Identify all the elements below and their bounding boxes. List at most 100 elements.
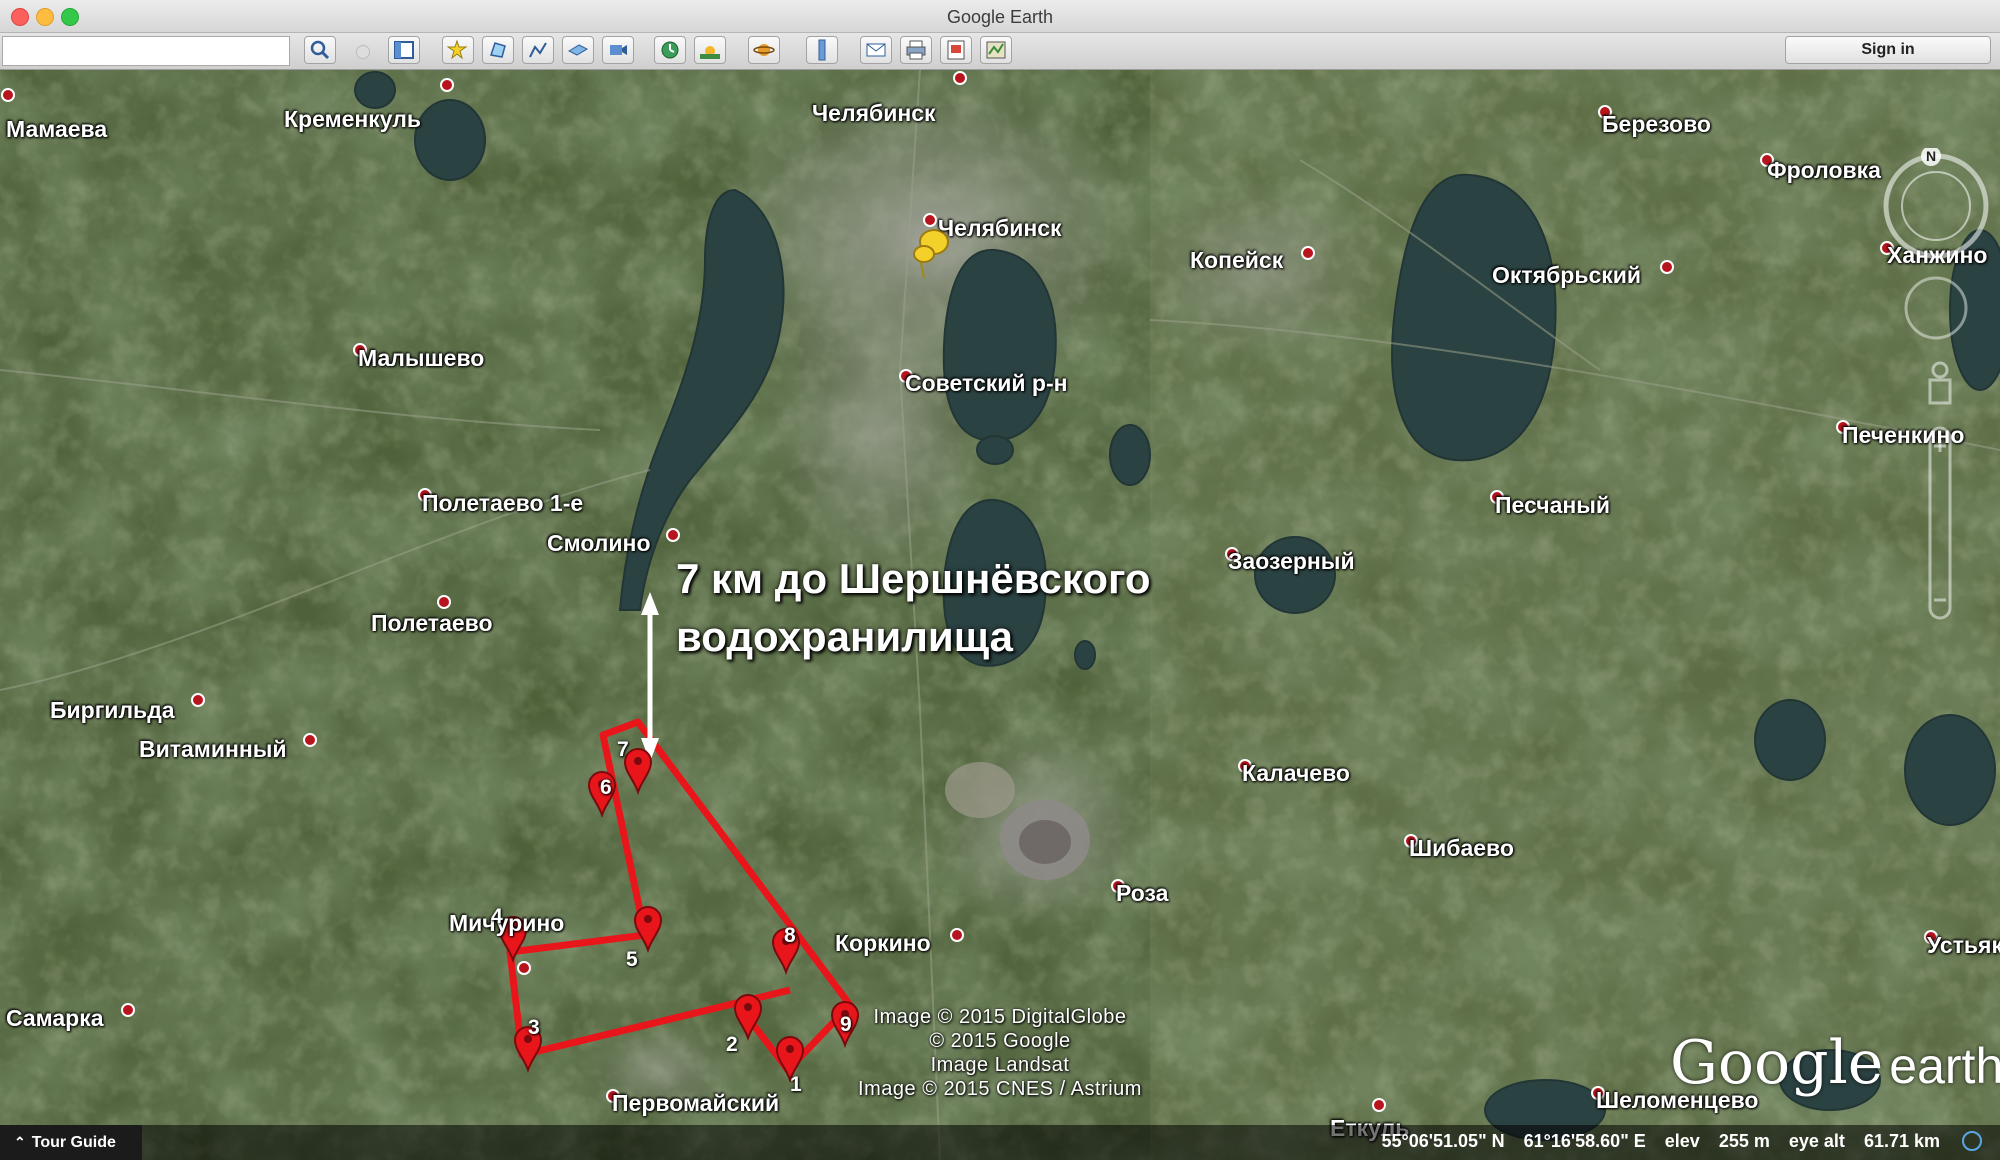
copyright-line: Image © 2015 CNES / Astrium bbox=[858, 1078, 1142, 1100]
email-button[interactable] bbox=[860, 36, 892, 64]
view-in-maps-button[interactable] bbox=[980, 36, 1012, 64]
planets-icon bbox=[753, 44, 775, 56]
place-dot[interactable] bbox=[1660, 260, 1674, 274]
place-dot[interactable] bbox=[923, 213, 937, 227]
place-label[interactable]: Калачево bbox=[1242, 760, 1350, 787]
sidebar-icon bbox=[394, 41, 414, 59]
add-polygon-button[interactable] bbox=[482, 36, 514, 64]
sunlight-icon bbox=[700, 46, 720, 59]
eye-altitude-value: 61.71 km bbox=[1863, 1131, 1940, 1151]
save-image-button[interactable] bbox=[940, 36, 972, 64]
ruler-button[interactable] bbox=[806, 36, 838, 64]
logo-earth: earth bbox=[1889, 1038, 2000, 1094]
placemark-icon bbox=[447, 39, 468, 60]
lake-smolino bbox=[942, 248, 1057, 442]
place-label[interactable]: Полетаево bbox=[371, 610, 493, 637]
streaming-status-icon bbox=[1962, 1131, 1982, 1151]
waypoint-label: 2 bbox=[726, 1033, 738, 1056]
add-path-button[interactable] bbox=[522, 36, 554, 64]
waypoint-label: 8 bbox=[784, 924, 796, 947]
annotation-line-2: водохранилища bbox=[676, 613, 1014, 660]
add-image-overlay-button[interactable] bbox=[562, 36, 594, 64]
place-dot[interactable] bbox=[950, 928, 964, 942]
imagery-copyright: Image © 2015 DigitalGlobe © 2015 Google … bbox=[820, 1005, 1180, 1101]
sidebar-toggle-button[interactable] bbox=[388, 36, 420, 64]
place-dot[interactable] bbox=[1372, 1098, 1386, 1112]
place-label[interactable]: Мичурино bbox=[449, 910, 564, 937]
planets-button[interactable] bbox=[748, 36, 780, 64]
place-label[interactable]: Коркино bbox=[835, 930, 931, 957]
print-button[interactable] bbox=[900, 36, 932, 64]
place-label[interactable]: Копейск bbox=[1190, 247, 1283, 274]
place-dot[interactable] bbox=[666, 528, 680, 542]
place-dot[interactable] bbox=[437, 595, 451, 609]
distance-annotation: 7 км до Шершнёвского водохранилища bbox=[676, 550, 1151, 666]
place-label[interactable]: Фроловка bbox=[1767, 157, 1881, 184]
place-label[interactable]: Витаминный bbox=[139, 736, 287, 763]
ruler-icon bbox=[818, 39, 826, 61]
waypoint-label: 5 bbox=[626, 948, 638, 971]
chevron-up-icon: ⌃ bbox=[14, 1134, 26, 1150]
place-label[interactable]: Устьяк bbox=[1927, 932, 2000, 959]
waypoint-label: 7 bbox=[617, 738, 629, 761]
google-earth-window: Google Earth Sign in Мамаева Кременкуль … bbox=[0, 0, 2000, 1160]
add-placemark-button[interactable] bbox=[442, 36, 474, 64]
eye-altitude-label: eye alt bbox=[1788, 1131, 1845, 1151]
navigation-controls: N bbox=[1883, 148, 1989, 620]
zoom-slider[interactable] bbox=[1928, 426, 1952, 620]
image-overlay-icon bbox=[567, 44, 589, 56]
historical-imagery-button[interactable] bbox=[654, 36, 686, 64]
copyright-line: Image © 2015 DigitalGlobe bbox=[873, 1006, 1127, 1028]
place-label[interactable]: Самарка bbox=[6, 1005, 104, 1032]
search-button[interactable] bbox=[304, 36, 336, 64]
place-label[interactable]: Октябрьский bbox=[1492, 262, 1641, 289]
separator-dot bbox=[356, 45, 370, 59]
map-view[interactable]: Мамаева Кременкуль Челябинск Челябинск Берез… bbox=[0, 70, 2000, 1160]
place-dot[interactable] bbox=[1, 88, 15, 102]
look-joystick[interactable] bbox=[1904, 276, 1968, 340]
place-dot[interactable] bbox=[517, 961, 531, 975]
waypoint-label: 4 bbox=[491, 905, 503, 928]
place-label[interactable]: Смолино bbox=[547, 530, 651, 557]
place-label[interactable]: Первомайский bbox=[612, 1090, 779, 1117]
print-icon bbox=[906, 40, 926, 60]
place-dot[interactable] bbox=[440, 78, 454, 92]
tour-guide-label: Tour Guide bbox=[31, 1133, 116, 1151]
path-icon bbox=[529, 42, 547, 58]
place-dot[interactable] bbox=[121, 1003, 135, 1017]
place-label[interactable]: Кременкуль bbox=[284, 106, 421, 133]
copyright-line: Image Landsat bbox=[930, 1054, 1070, 1076]
place-label[interactable]: Челябинск bbox=[938, 215, 1062, 242]
place-label[interactable]: Полетаево 1-е bbox=[422, 490, 583, 517]
place-label[interactable]: Советский р-н bbox=[905, 370, 1068, 397]
place-dot[interactable] bbox=[953, 71, 967, 85]
place-label[interactable]: Березово bbox=[1602, 111, 1711, 138]
sunlight-button[interactable] bbox=[694, 36, 726, 64]
place-label[interactable]: Заозерный bbox=[1228, 548, 1355, 575]
annotation-line-1: 7 км до Шершнёвского bbox=[676, 555, 1151, 602]
search-icon bbox=[310, 40, 330, 60]
north-letter: N bbox=[1926, 148, 1936, 164]
place-label[interactable]: Мамаева bbox=[6, 116, 107, 143]
title-bar: Google Earth bbox=[0, 0, 2000, 33]
street-view-pegman-icon[interactable] bbox=[1928, 361, 1952, 405]
waypoint-label: 1 bbox=[790, 1073, 802, 1096]
place-label[interactable]: Биргильда bbox=[50, 697, 175, 724]
place-dot[interactable] bbox=[191, 693, 205, 707]
record-tour-button[interactable] bbox=[602, 36, 634, 64]
place-label[interactable]: Малышево bbox=[358, 345, 484, 372]
google-earth-logo: Google earth bbox=[1670, 1028, 2000, 1098]
waypoint-label: 3 bbox=[528, 1016, 540, 1039]
compass-ring[interactable] bbox=[1883, 153, 1989, 259]
window-title: Google Earth bbox=[946, 7, 1054, 27]
sign-in-button[interactable]: Sign in bbox=[1785, 36, 1991, 64]
place-dot[interactable] bbox=[1301, 246, 1315, 260]
place-label[interactable]: Челябинск bbox=[812, 100, 936, 127]
place-label[interactable]: Роза bbox=[1116, 880, 1168, 907]
record-tour-icon bbox=[610, 45, 627, 55]
place-dot[interactable] bbox=[303, 733, 317, 747]
search-input[interactable] bbox=[2, 36, 290, 66]
place-label[interactable]: Шибаево bbox=[1409, 835, 1514, 862]
tour-guide-button[interactable]: ⌃ Tour Guide bbox=[0, 1125, 142, 1160]
place-label[interactable]: Песчаный bbox=[1495, 492, 1610, 519]
